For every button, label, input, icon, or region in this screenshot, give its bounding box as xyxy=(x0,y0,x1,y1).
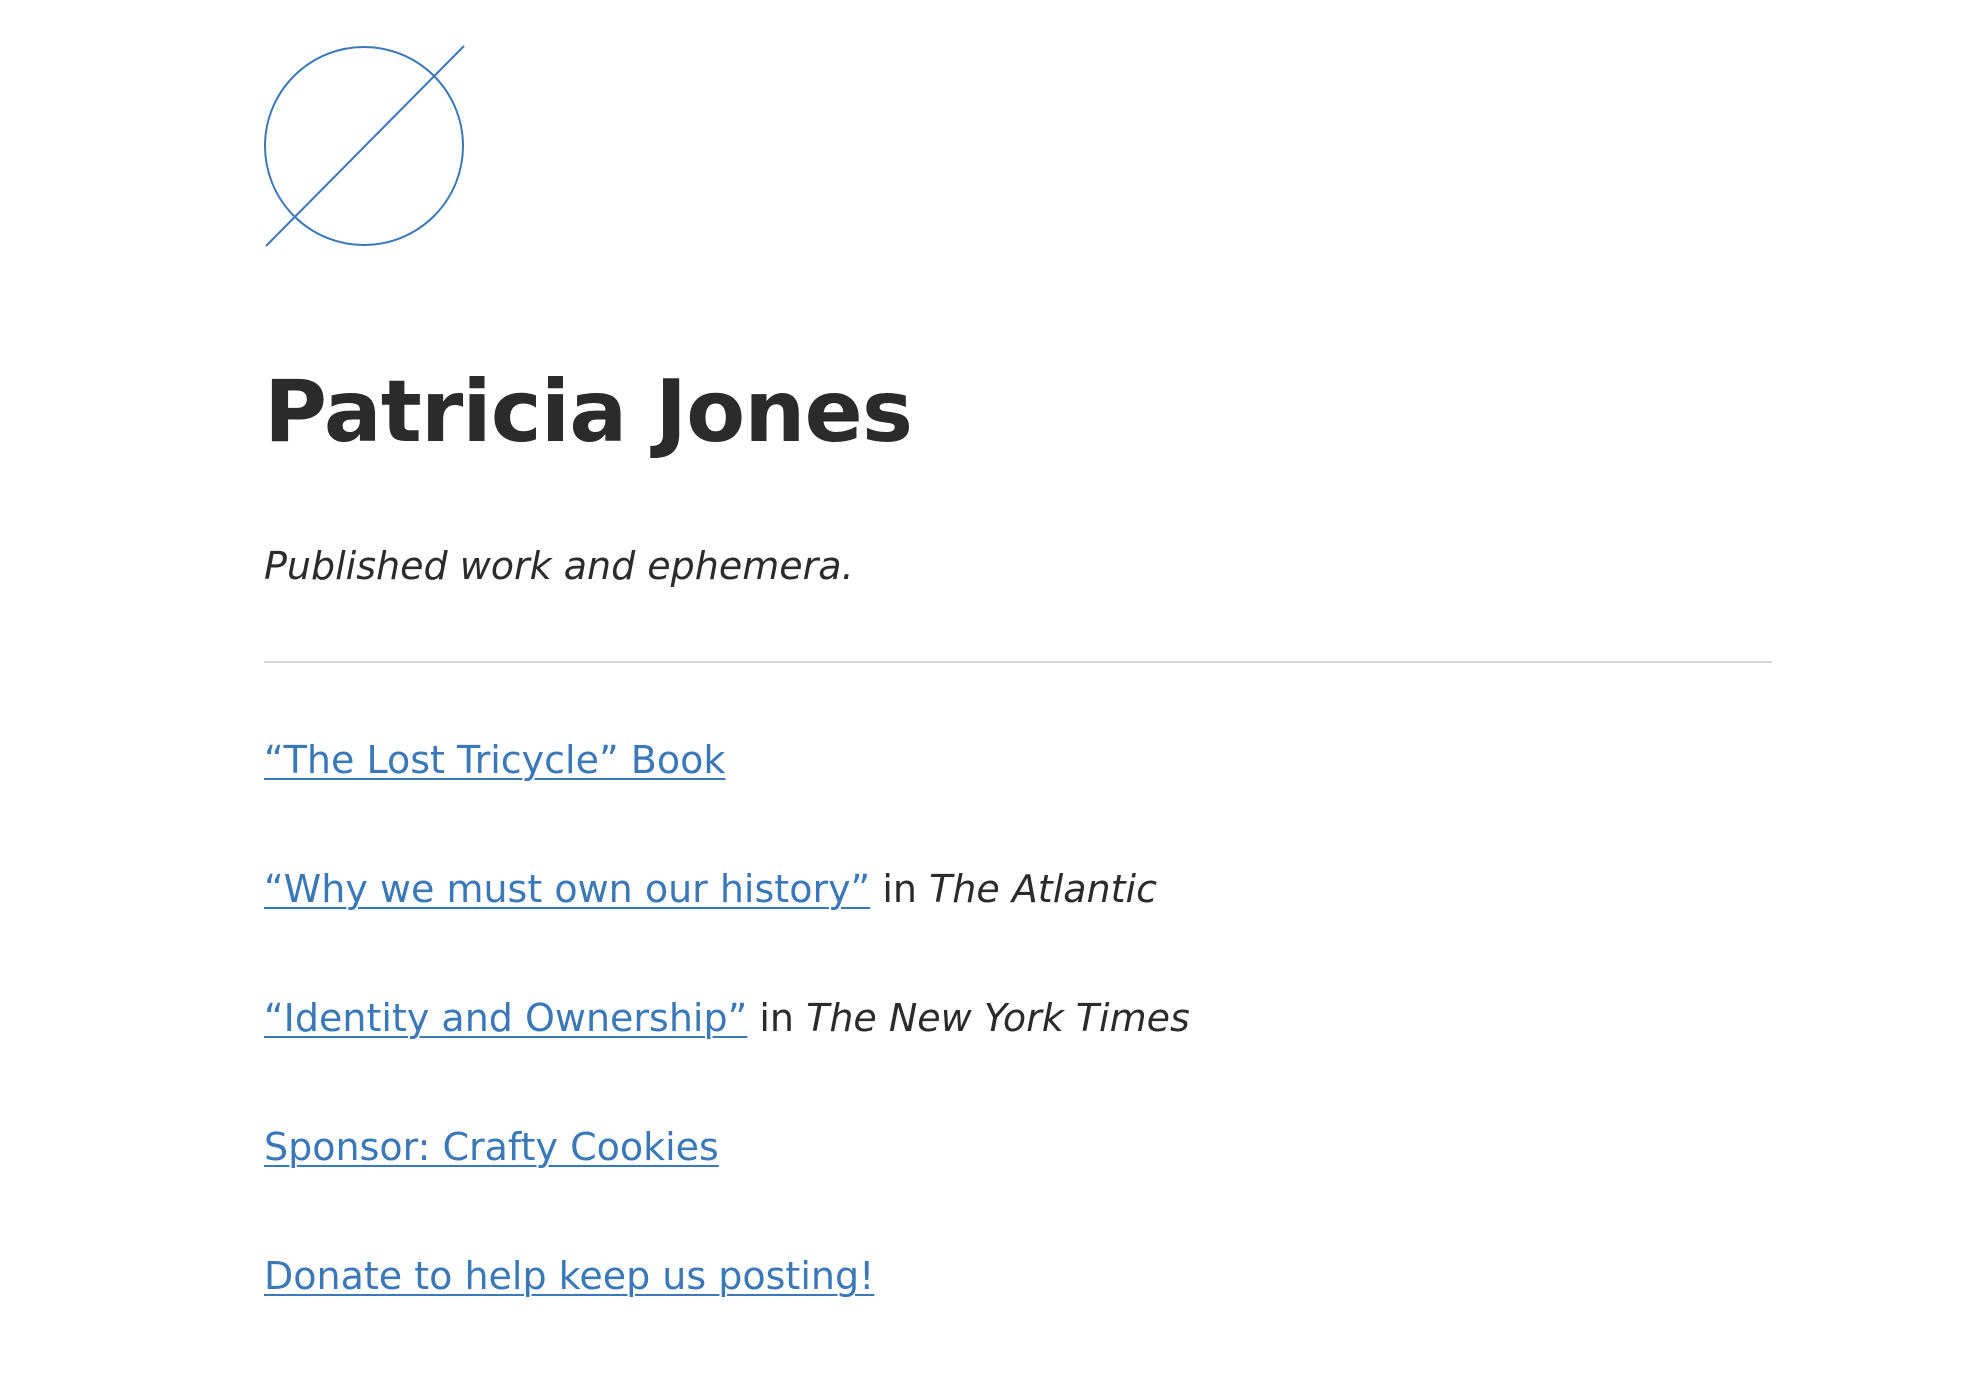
list-item: “The Lost Tricycle” Book xyxy=(264,730,1190,859)
link-connector: in xyxy=(747,996,807,1040)
identity-ownership-link[interactable]: “Identity and Ownership” xyxy=(264,996,747,1040)
site-tagline: Published work and ephemera. xyxy=(264,544,854,588)
publication-name: The Atlantic xyxy=(929,867,1157,911)
donate-link[interactable]: Donate to help keep us posting! xyxy=(264,1254,874,1298)
header-divider xyxy=(264,661,1772,663)
list-item: “Identity and Ownership” in The New York… xyxy=(264,988,1190,1117)
lost-tricycle-book-link[interactable]: “The Lost Tricycle” Book xyxy=(264,738,725,782)
publication-name: The New York Times xyxy=(806,996,1190,1040)
links-list: “The Lost Tricycle” Book “Why we must ow… xyxy=(264,730,1190,1375)
list-item: Donate to help keep us posting! xyxy=(264,1246,1190,1375)
site-title: Patricia Jones xyxy=(264,362,913,462)
list-item: “Why we must own our history” in The Atl… xyxy=(264,859,1190,988)
link-connector: in xyxy=(870,867,930,911)
own-our-history-link[interactable]: “Why we must own our history” xyxy=(264,867,870,911)
empty-set-icon[interactable] xyxy=(264,44,474,254)
list-item: Sponsor: Crafty Cookies xyxy=(264,1117,1190,1246)
sponsor-link[interactable]: Sponsor: Crafty Cookies xyxy=(264,1125,719,1169)
